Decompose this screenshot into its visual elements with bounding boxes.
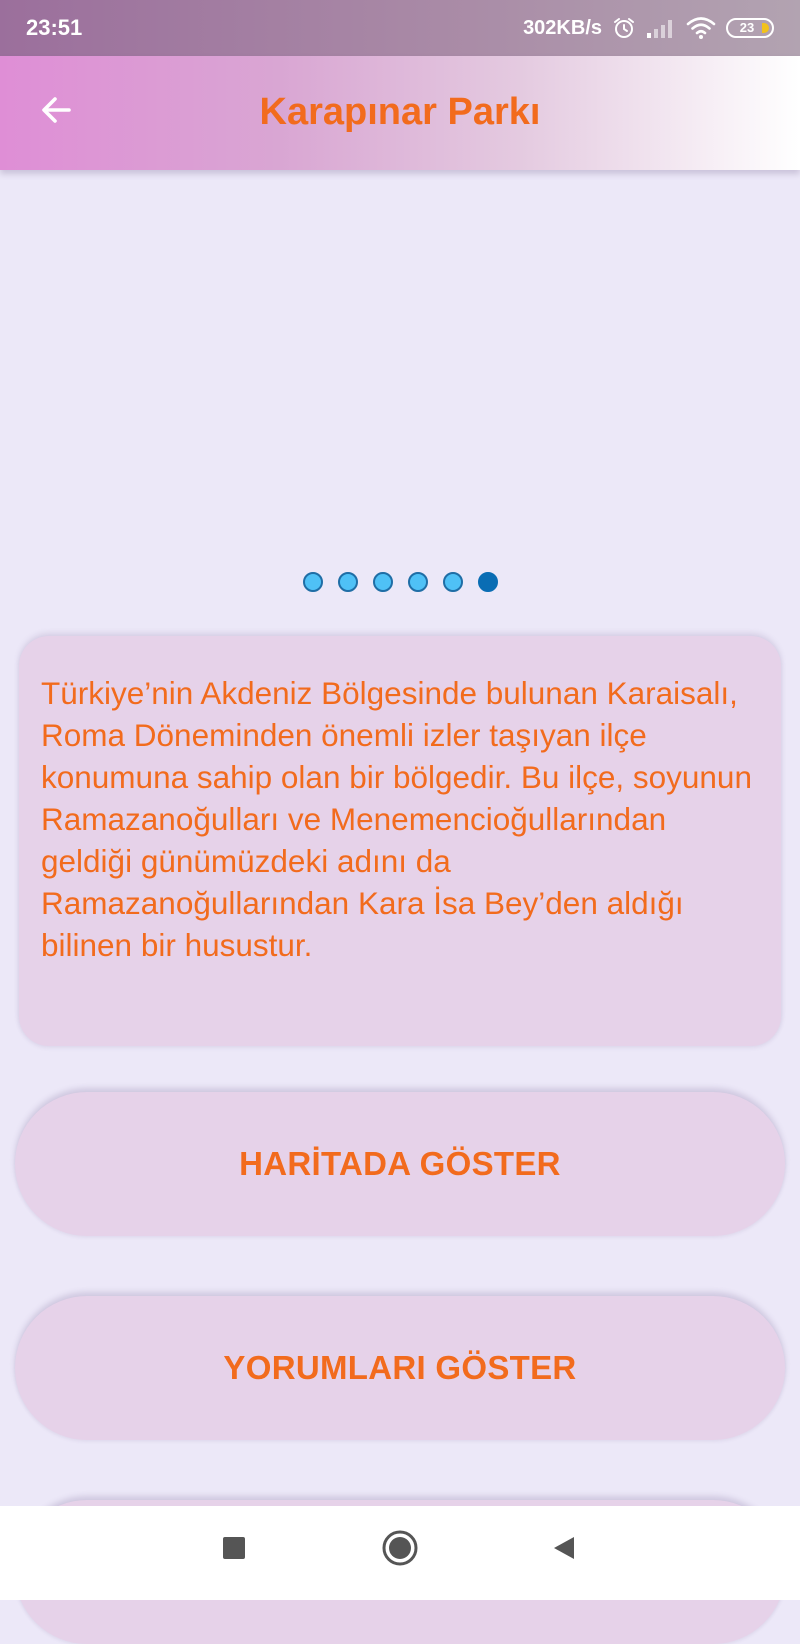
image-carousel[interactable] bbox=[0, 170, 800, 610]
battery-level: 23 bbox=[739, 20, 755, 35]
carousel-dot[interactable] bbox=[442, 572, 463, 592]
page-title: Karapınar Parkı bbox=[259, 91, 541, 133]
show-comments-label: YORUMLARI GÖSTER bbox=[223, 1349, 577, 1386]
carousel-indicator bbox=[0, 572, 800, 592]
wifi-icon bbox=[686, 16, 716, 40]
recent-apps-button[interactable] bbox=[204, 1520, 264, 1580]
show-on-map-label: HARİTADA GÖSTER bbox=[239, 1145, 561, 1182]
nav-back-button[interactable] bbox=[534, 1520, 594, 1580]
back-icon bbox=[550, 1534, 578, 1567]
battery-tip bbox=[762, 23, 769, 33]
battery-icon: 23 bbox=[726, 18, 774, 38]
network-speed: 302KB/s bbox=[523, 17, 602, 39]
show-on-map-button[interactable]: HARİTADA GÖSTER bbox=[15, 1092, 785, 1236]
signal-icon bbox=[646, 17, 676, 39]
status-icons: 302KB/s 23 bbox=[523, 12, 774, 44]
description-card: Türkiye’nin Akdeniz Bölgesinde bulunan K… bbox=[19, 636, 781, 1046]
app-bar: Karapınar Parkı bbox=[0, 56, 800, 170]
carousel-dot[interactable] bbox=[302, 572, 323, 592]
status-bar: 23:51 302KB/s 23 bbox=[0, 0, 800, 56]
carousel-dot[interactable] bbox=[372, 572, 393, 592]
description-text: Türkiye’nin Akdeniz Bölgesinde bulunan K… bbox=[41, 675, 752, 963]
carousel-dot-active[interactable] bbox=[477, 572, 498, 592]
home-icon bbox=[381, 1529, 419, 1572]
recent-apps-icon bbox=[221, 1535, 247, 1566]
alarm-icon bbox=[612, 16, 636, 40]
status-time: 23:51 bbox=[26, 15, 83, 40]
home-button[interactable] bbox=[370, 1520, 430, 1580]
system-nav-bar bbox=[0, 1506, 800, 1600]
show-comments-button[interactable]: YORUMLARI GÖSTER bbox=[15, 1296, 785, 1440]
carousel-dot[interactable] bbox=[407, 572, 428, 592]
carousel-dot[interactable] bbox=[337, 572, 358, 592]
